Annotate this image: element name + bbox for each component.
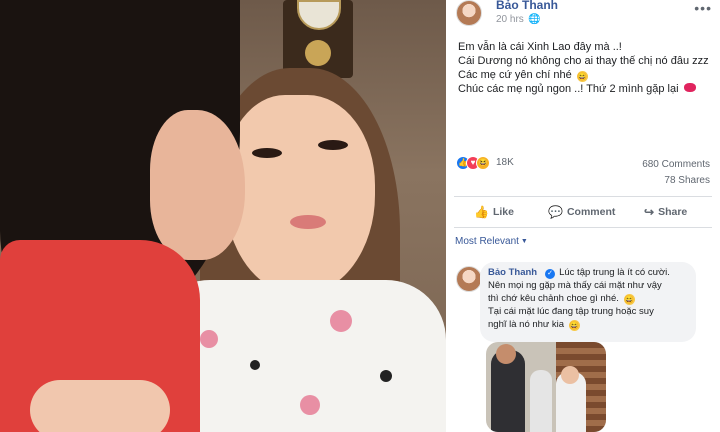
globe-icon: 🌐 [528,14,541,25]
like-button[interactable]: 👍 Like [474,205,514,219]
speech-bubble-icon: 💬 [548,205,563,219]
post-header: Bảo Thanh 20 hrs 🌐 ••• [446,0,720,30]
photo-person-head [561,366,579,384]
verified-badge-icon: ✓ [545,269,556,279]
kid-face [150,110,245,260]
photo-person-head [496,344,516,364]
post-timestamp[interactable]: 20 hrs [496,14,524,25]
share-button[interactable]: ↪ Share [644,205,687,219]
shares-count-link[interactable]: 78 Shares [664,175,710,186]
post-text: Em vẫn là cái Xinh Lao đây mà ..! Cái Dư… [458,40,716,96]
woman-right-eye [318,140,348,150]
comments-count-link[interactable]: 680 Comments [642,159,710,170]
share-arrow-icon: ↪ [644,205,655,219]
clock-pendulum [305,40,331,66]
post-line: Chúc các mẹ ngủ ngon ..! Thứ 2 mình gặp … [458,82,716,96]
woman-lips [290,215,326,229]
author-avatar[interactable] [456,0,482,26]
caret-down-icon: ▼ [520,238,528,245]
pajama-pattern [330,310,352,332]
comment-button[interactable]: 💬 Comment [548,205,615,219]
haha-reaction-icon: 😆 [476,156,490,170]
pajama-pattern [200,330,218,348]
post-line: Các mẹ cứ yên chí nhé 😄 [458,69,588,82]
commenter-avatar[interactable] [456,266,482,292]
pajama-pattern [300,395,320,415]
woman-face [225,95,375,295]
author-name[interactable]: Bảo Thanh [496,0,558,12]
post-line: Cái Dương nó không cho ai thay thế chị n… [458,55,709,67]
reaction-count: 18K [496,157,514,168]
photo-person [530,370,552,432]
thumbs-up-icon: 👍 [474,205,489,219]
comment-photo[interactable] [486,342,606,432]
comment-sort-dropdown[interactable]: Most Relevant ▼ [455,236,528,247]
laughing-emoji-icon: 😄 [623,294,635,305]
pajama-pattern [380,370,392,382]
post-line: Em vẫn là cái Xinh Lao đây mà ..! [458,41,622,53]
comment-line: nghĩ là nó như kia 😄 [488,319,580,331]
laughing-emoji-icon: 😄 [568,320,580,331]
comment-line: Bảo Thanh ✓ Lúc tập trung là ít có cười. [488,267,670,279]
kid-arm [30,380,170,432]
comment-bubble: Bảo Thanh ✓ Lúc tập trung là ít có cười. N… [480,262,696,342]
comment-line: Nên mọi ng gặp mà thấy cái mặt như vậy [488,280,662,291]
action-bar: 👍 Like 💬 Comment ↪ Share [454,196,712,228]
comment-line: thì chớ kêu chảnh choe gì nhé. 😄 [488,293,635,305]
commenter-name[interactable]: Bảo Thanh [488,267,537,278]
post-side-panel: Bảo Thanh 20 hrs 🌐 ••• Em vẫn là cái Xin… [446,0,720,432]
pajama-pattern [250,360,260,370]
comment-line: Tại cái mặt lúc đang tập trung hoặc suy [488,306,654,317]
post-photo[interactable] [0,0,446,432]
woman-left-eye [252,148,282,158]
kiss-lips-icon [683,83,696,92]
more-options-button[interactable]: ••• [694,0,712,16]
laughing-emoji-icon: 😄 [576,71,588,82]
photo-viewer: Bảo Thanh 20 hrs 🌐 ••• Em vẫn là cái Xin… [0,0,720,432]
